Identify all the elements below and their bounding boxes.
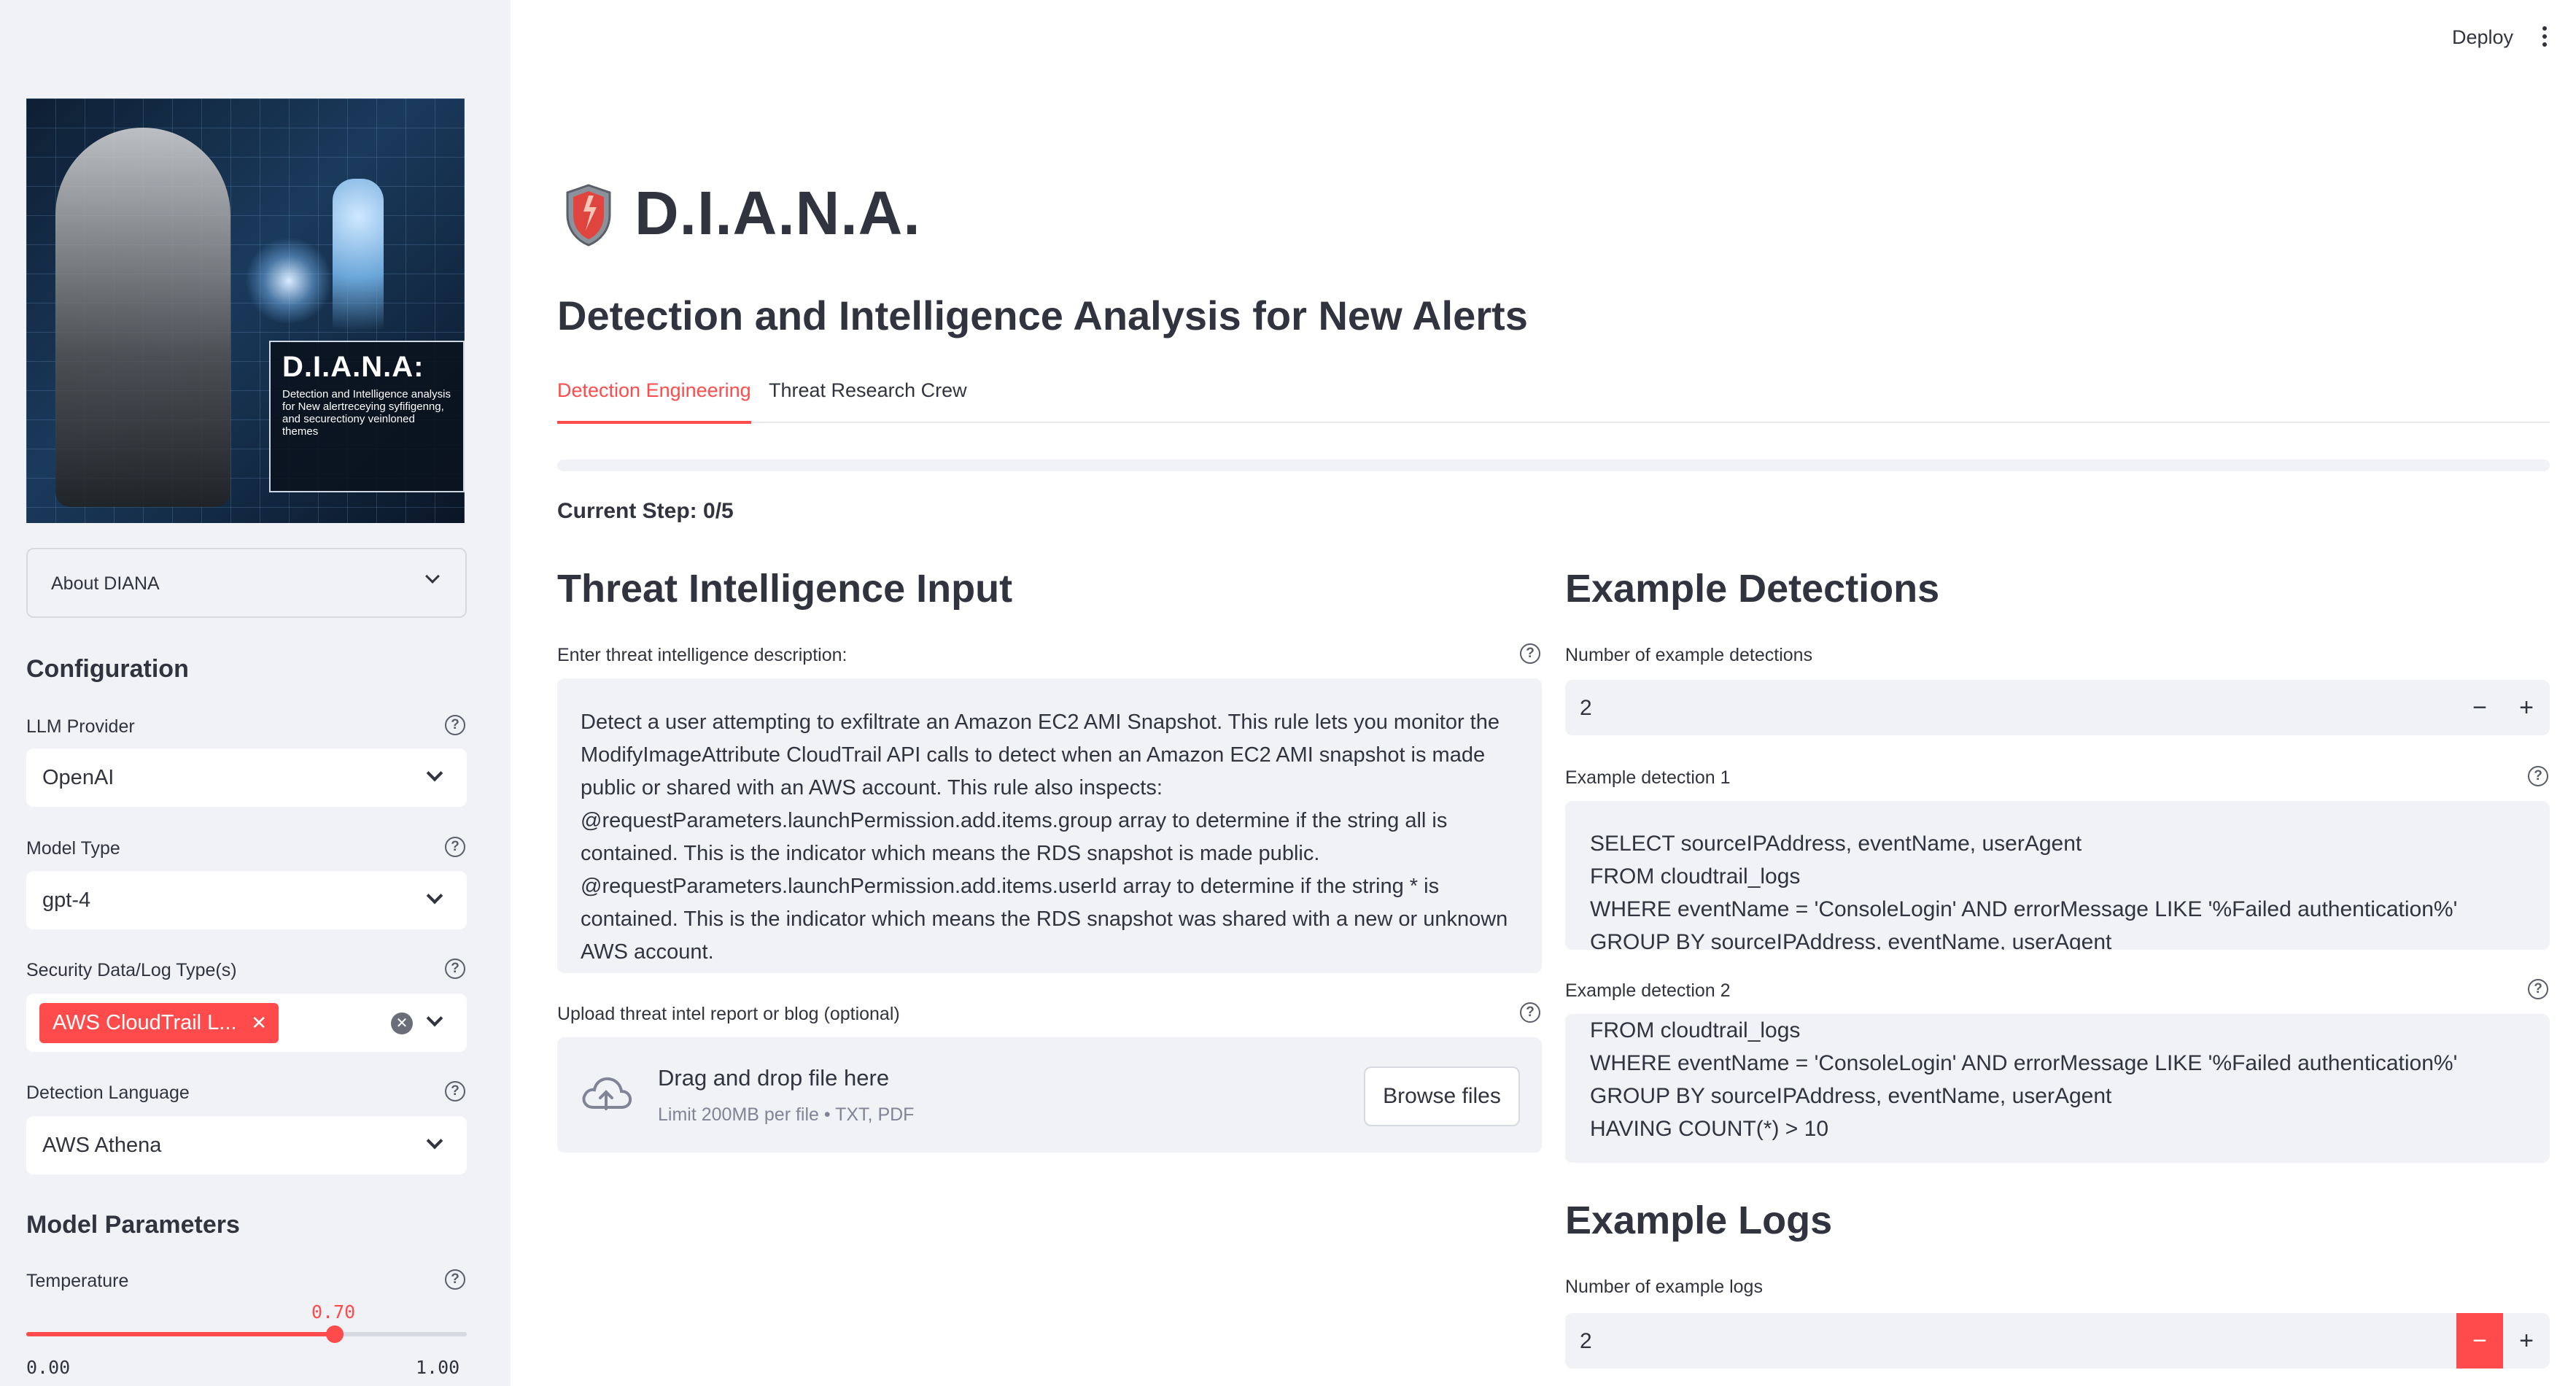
example-detections-heading: Example Detections: [1565, 567, 1940, 611]
browse-files-button[interactable]: Browse files: [1364, 1066, 1520, 1126]
help-icon[interactable]: ?: [1520, 643, 1540, 664]
help-icon[interactable]: ?: [445, 837, 465, 857]
log-types-multiselect[interactable]: AWS CloudTrail L... ✕ ✕: [26, 994, 467, 1052]
chevron-down-icon: [426, 1010, 443, 1027]
sidebar: D.I.A.N.A: Detection and Intelligence an…: [0, 0, 511, 1386]
deploy-button[interactable]: Deploy: [2452, 26, 2513, 49]
shield-icon: [566, 184, 611, 247]
slider-max-label: 1.00: [416, 1357, 460, 1378]
help-icon[interactable]: ?: [445, 1269, 465, 1290]
example-logs-heading: Example Logs: [1565, 1199, 1833, 1242]
tab-bar: Detection Engineering Threat Research Cr…: [557, 372, 2550, 424]
log-count-input[interactable]: 2 − +: [1565, 1313, 2550, 1368]
code-line: GROUP BY sourceIPAddress, eventName, use…: [1590, 1084, 2112, 1108]
help-icon[interactable]: ?: [445, 1081, 465, 1102]
hero-badge: D.I.A.N.A: Detection and Intelligence an…: [269, 341, 465, 492]
app-subtitle: Detection and Intelligence Analysis for …: [557, 293, 1528, 338]
example-count-label: Number of example detections: [1565, 645, 1813, 665]
upload-label: Upload threat intel report or blog (opti…: [557, 1004, 900, 1024]
detection-language-label: Detection Language: [26, 1083, 190, 1103]
file-uploader[interactable]: Drag and drop file here Limit 200MB per …: [557, 1037, 1542, 1153]
help-icon[interactable]: ?: [2528, 766, 2548, 786]
log-type-tag-label: AWS CloudTrail L...: [53, 1011, 237, 1034]
slider-thumb[interactable]: [326, 1325, 344, 1343]
example-detection-2-textarea[interactable]: FROM cloudtrail_logs WHERE eventName = '…: [1565, 1014, 2550, 1163]
example-count-value: 2: [1580, 696, 1592, 720]
upload-limit: Limit 200MB per file • TXT, PDF: [658, 1104, 915, 1125]
help-icon[interactable]: ?: [1520, 1002, 1540, 1023]
threat-description-textarea[interactable]: Detect a user attempting to exfiltrate a…: [557, 678, 1542, 973]
current-step: Current Step: 0/5: [557, 499, 734, 523]
hero-badge-title: D.I.A.N.A:: [282, 351, 424, 383]
example-detection-2-label: Example detection 2: [1565, 980, 1731, 1001]
model-type-label: Model Type: [26, 838, 120, 859]
llm-provider-select[interactable]: OpenAI: [26, 748, 467, 807]
temperature-slider[interactable]: [26, 1325, 467, 1343]
app-title: D.I.A.N.A.: [635, 179, 921, 247]
log-count-label: Number of example logs: [1565, 1277, 1763, 1297]
llm-provider-label: LLM Provider: [26, 716, 135, 737]
configuration-heading: Configuration: [26, 655, 189, 683]
diana-hero-image: D.I.A.N.A: Detection and Intelligence an…: [26, 98, 465, 523]
detection-language-select[interactable]: AWS Athena: [26, 1116, 467, 1174]
about-diana-label: About DIANA: [51, 573, 160, 594]
example-detection-1-textarea[interactable]: SELECT sourceIPAddress, eventName, userA…: [1565, 801, 2550, 950]
threat-description-label: Enter threat intelligence description:: [557, 645, 847, 665]
code-line: WHERE eventName = 'ConsoleLogin' AND err…: [1590, 1051, 2458, 1075]
about-diana-expander[interactable]: About DIANA: [26, 548, 467, 618]
upload-title: Drag and drop file here: [658, 1065, 890, 1091]
tab-detection-engineering[interactable]: Detection Engineering: [557, 379, 751, 424]
decrement-button[interactable]: −: [2456, 1313, 2503, 1368]
help-icon[interactable]: ?: [2528, 979, 2548, 999]
slider-min-label: 0.00: [26, 1357, 71, 1378]
increment-button[interactable]: +: [2503, 1313, 2550, 1368]
model-type-select[interactable]: gpt-4: [26, 871, 467, 929]
code-line: GROUP BY sourceIPAddress, eventName, use…: [1590, 930, 2112, 950]
hero-badge-text: Detection and Intelligence analysis for …: [282, 388, 451, 438]
help-icon[interactable]: ?: [445, 959, 465, 979]
code-line: SELECT sourceIPAddress, eventName, userA…: [1590, 832, 2082, 856]
chevron-down-icon: [425, 569, 440, 584]
log-count-value: 2: [1580, 1329, 1592, 1353]
slider-fill: [26, 1332, 335, 1336]
help-icon[interactable]: ?: [445, 715, 465, 735]
log-type-tag[interactable]: AWS CloudTrail L... ✕: [39, 1003, 279, 1043]
log-types-label: Security Data/Log Type(s): [26, 960, 237, 980]
clear-all-icon[interactable]: ✕: [391, 1013, 413, 1034]
example-count-input[interactable]: 2 − +: [1565, 680, 2550, 735]
temperature-label: Temperature: [26, 1271, 129, 1291]
model-type-value: gpt-4: [42, 888, 91, 912]
chevron-down-icon: [426, 887, 443, 905]
progress-bar: [557, 460, 2550, 471]
model-parameters-heading: Model Parameters: [26, 1211, 240, 1239]
detection-language-value: AWS Athena: [42, 1134, 162, 1157]
temperature-value: 0.70: [311, 1301, 356, 1323]
chevron-down-icon: [426, 764, 443, 782]
code-line: HAVING COUNT(*) > 10: [1590, 1117, 1828, 1141]
code-line: WHERE eventName = 'ConsoleLogin' AND err…: [1590, 897, 2458, 921]
chevron-down-icon: [426, 1132, 443, 1150]
cloud-upload-icon: [582, 1077, 632, 1110]
threat-input-heading: Threat Intelligence Input: [557, 567, 1013, 611]
example-detection-1-label: Example detection 1: [1565, 767, 1731, 788]
llm-provider-value: OpenAI: [42, 766, 115, 789]
main-menu-icon[interactable]: [2542, 26, 2548, 50]
code-line: FROM cloudtrail_logs: [1590, 864, 1801, 888]
increment-button[interactable]: +: [2503, 680, 2550, 735]
decrement-button[interactable]: −: [2456, 680, 2503, 735]
code-line: FROM cloudtrail_logs: [1590, 1018, 1801, 1042]
tab-threat-research-crew[interactable]: Threat Research Crew: [769, 379, 967, 421]
remove-tag-icon[interactable]: ✕: [251, 1003, 267, 1043]
